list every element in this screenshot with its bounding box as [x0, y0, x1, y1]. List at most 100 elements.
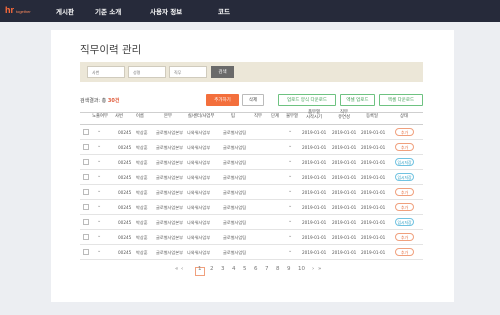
table-row[interactable]: ⌄ 00245 박상훈 글로벌사업본부 나와워사업부 글로벌사업팀 ⌄ 2019-01-01 2… [80, 215, 423, 230]
cell-start-date: 2019-01-01 [302, 190, 327, 195]
visibility-chevron-icon[interactable]: ⌄ [97, 143, 101, 149]
status-badge[interactable]: 추가 [395, 128, 414, 136]
prev-page-button[interactable]: ‹ [181, 266, 183, 272]
cell-name: 박상훈 [136, 145, 148, 150]
cell-reg-date: 2019-01-01 [361, 175, 386, 180]
col-division: 실/센터/사업부 [187, 114, 215, 119]
result-count-label: 검색결과: 총 [80, 98, 108, 104]
row-checkbox[interactable] [83, 159, 89, 165]
last-page-button[interactable]: » [318, 266, 321, 272]
table-row[interactable]: ⌄ 00245 박상훈 글로벌사업본부 나와워사업부 글로벌사업팀 ⌄ 2019-01-01 2… [80, 185, 423, 200]
row-checkbox[interactable] [83, 144, 89, 150]
visibility-chevron-icon[interactable]: ⌄ [97, 218, 101, 224]
logo-subtext: together [16, 9, 31, 14]
period-chevron-icon[interactable]: ⌄ [288, 173, 292, 179]
status-badge[interactable]: 추가 [395, 203, 414, 211]
row-checkbox[interactable] [83, 204, 89, 210]
cell-division: 나와워사업부 [187, 175, 211, 180]
cell-flex-date: 2019-01-01 [332, 145, 357, 150]
excel-download-button[interactable]: 엑셀 다운로드 [379, 94, 423, 106]
status-badge[interactable]: 임시저장 [395, 173, 414, 181]
page-4[interactable]: 4 [232, 266, 236, 272]
visibility-chevron-icon[interactable]: ⌄ [97, 188, 101, 194]
page-2[interactable]: 2 [210, 266, 214, 272]
table-row[interactable]: ⌄ 00245 박상훈 글로벌사업본부 나와워사업부 글로벌사업팀 ⌄ 2019-01-01 2… [80, 200, 423, 215]
row-checkbox[interactable] [83, 129, 89, 135]
visibility-chevron-icon[interactable]: ⌄ [97, 203, 101, 209]
next-page-button[interactable]: › [312, 266, 314, 272]
period-chevron-icon[interactable]: ⌄ [288, 233, 292, 239]
status-badge[interactable]: 추가 [395, 233, 414, 241]
nav-item-criteria[interactable]: 기준 소개 [95, 6, 121, 16]
table-header-top-border [80, 112, 423, 113]
cell-start-date: 2019-01-01 [302, 175, 327, 180]
table-row[interactable]: ⌄ 00245 박상훈 글로벌사업본부 나와워사업부 글로벌사업팀 ⌄ 2019-01-01 2… [80, 170, 423, 185]
status-badge[interactable]: 임시저장 [395, 218, 414, 226]
status-badge[interactable]: 임시저장 [395, 158, 414, 166]
table-row[interactable]: ⌄ 00245 박상훈 글로벌사업본부 나와워사업부 글로벌사업팀 ⌄ 2019-01-01 2… [80, 230, 423, 245]
search-button[interactable]: 검색 [211, 66, 234, 78]
col-name: 이름 [136, 114, 144, 119]
nav-item-board[interactable]: 게시판 [56, 6, 74, 16]
cell-team: 글로벌사업팀 [223, 175, 247, 180]
delete-button[interactable]: 삭제 [242, 94, 264, 106]
table-row[interactable]: ⌄ 00245 박상훈 글로벌사업본부 나와워사업부 글로벌사업팀 ⌄ 2019-01-01 2… [80, 125, 423, 140]
row-checkbox[interactable] [83, 219, 89, 225]
add-button[interactable]: 추가하기 [206, 94, 239, 106]
period-chevron-icon[interactable]: ⌄ [288, 218, 292, 224]
name-input[interactable] [128, 66, 166, 78]
cell-start-date: 2019-01-01 [302, 205, 327, 210]
page-7[interactable]: 7 [265, 266, 269, 272]
cell-hq: 글로벌사업본부 [156, 250, 183, 255]
visibility-chevron-icon[interactable]: ⌄ [97, 248, 101, 254]
employee-id-input[interactable] [87, 66, 125, 78]
table-row[interactable]: ⌄ 00245 박상훈 글로벌사업본부 나와워사업부 글로벌사업팀 ⌄ 2019-01-01 2… [80, 140, 423, 155]
period-chevron-icon[interactable]: ⌄ [288, 143, 292, 149]
visibility-chevron-icon[interactable]: ⌄ [97, 158, 101, 164]
page-9[interactable]: 9 [287, 266, 291, 272]
cell-team: 글로벌사업팀 [223, 205, 247, 210]
visibility-chevron-icon[interactable]: ⌄ [97, 173, 101, 179]
logo[interactable]: hr together [5, 5, 31, 15]
page-8[interactable]: 8 [276, 266, 280, 272]
cell-hq: 글로벌사업본부 [156, 220, 183, 225]
period-chevron-icon[interactable]: ⌄ [288, 188, 292, 194]
cell-start-date: 2019-01-01 [302, 160, 327, 165]
page-5[interactable]: 5 [243, 266, 247, 272]
status-badge[interactable]: 추가 [395, 143, 414, 151]
table-row[interactable]: ⌄ 00245 박상훈 글로벌사업본부 나와워사업부 글로벌사업팀 ⌄ 2019-01-01 2… [80, 155, 423, 170]
visibility-chevron-icon[interactable]: ⌄ [97, 128, 101, 134]
cell-employee-id: 00245 [118, 235, 132, 240]
excel-upload-button[interactable]: 엑셀 업로드 [340, 94, 375, 106]
visibility-chevron-icon[interactable]: ⌄ [97, 233, 101, 239]
cell-flex-date: 2019-01-01 [332, 205, 357, 210]
page-6[interactable]: 6 [254, 266, 258, 272]
period-chevron-icon[interactable]: ⌄ [288, 128, 292, 134]
status-badge[interactable]: 추가 [395, 188, 414, 196]
table-row[interactable]: ⌄ 00245 박상훈 글로벌사업본부 나와워사업부 글로벌사업팀 ⌄ 2019-01-01 2… [80, 245, 423, 260]
row-checkbox[interactable] [83, 249, 89, 255]
cell-reg-date: 2019-01-01 [361, 205, 386, 210]
template-download-button[interactable]: 업로드 양식 다운로드 [278, 94, 336, 106]
period-chevron-icon[interactable]: ⌄ [288, 158, 292, 164]
row-checkbox[interactable] [83, 189, 89, 195]
page-3[interactable]: 3 [221, 266, 225, 272]
period-chevron-icon[interactable]: ⌄ [288, 248, 292, 254]
first-page-button[interactable]: « [175, 266, 178, 272]
page-10[interactable]: 10 [298, 266, 305, 272]
cell-reg-date: 2019-01-01 [361, 235, 386, 240]
page-1[interactable]: 1 [198, 266, 202, 272]
cell-reg-date: 2019-01-01 [361, 130, 386, 135]
cell-division: 나와워사업부 [187, 160, 211, 165]
row-checkbox[interactable] [83, 174, 89, 180]
period-chevron-icon[interactable]: ⌄ [288, 203, 292, 209]
row-checkbox[interactable] [83, 234, 89, 240]
cell-flex-date: 2019-01-01 [332, 130, 357, 135]
cell-flex-date: 2019-01-01 [332, 220, 357, 225]
job-input[interactable] [169, 66, 207, 78]
nav-item-user-info[interactable]: 사용자 정보 [150, 6, 182, 16]
cell-team: 글로벌사업팀 [223, 190, 247, 195]
status-badge[interactable]: 추가 [395, 248, 414, 256]
col-flexibility: 직무 유연성 [338, 110, 350, 120]
nav-item-code[interactable]: 코드 [218, 6, 230, 16]
